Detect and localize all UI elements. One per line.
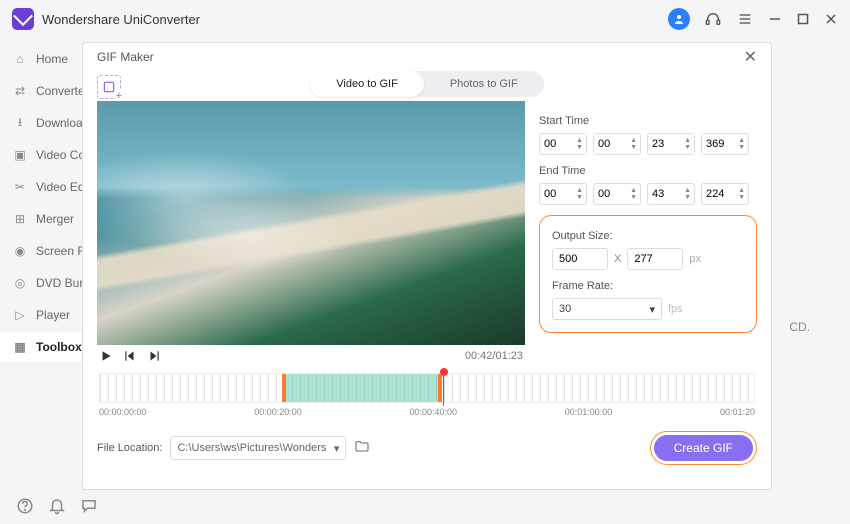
chevron-down-icon: ▾	[334, 442, 340, 455]
output-size-label: Output Size:	[552, 230, 744, 242]
start-minutes-input[interactable]	[598, 138, 622, 150]
user-avatar-icon[interactable]	[668, 8, 690, 30]
sidebar-item-converter[interactable]: ⇄Converter	[0, 76, 82, 106]
sidebar-item-toolbox[interactable]: ▦Toolbox	[0, 332, 82, 362]
playhead[interactable]	[440, 368, 448, 376]
start-seconds-input[interactable]	[652, 138, 676, 150]
open-folder-button[interactable]	[354, 439, 370, 458]
sidebar-item-screen-recorder[interactable]: ◉Screen Recorder	[0, 236, 82, 266]
merge-icon: ⊞	[12, 211, 28, 227]
converter-icon: ⇄	[12, 83, 28, 99]
help-icon[interactable]	[16, 497, 34, 515]
frame-rate-select[interactable]: 30▾	[552, 298, 662, 320]
spinner-arrows[interactable]: ▲▼	[738, 137, 745, 151]
mode-tabs: Video to GIF Photos to GIF	[310, 71, 543, 97]
app-logo	[12, 8, 34, 30]
fps-label: fps	[668, 303, 683, 315]
maximize-button[interactable]	[796, 12, 810, 26]
start-time-label: Start Time	[539, 115, 757, 127]
titlebar: Wondershare UniConverter	[0, 0, 850, 38]
minimize-button[interactable]	[768, 12, 782, 26]
sidebar-item-downloader[interactable]: ⭳Downloader	[0, 108, 82, 138]
play-button[interactable]	[99, 349, 113, 363]
modal-title: GIF Maker	[97, 50, 154, 64]
spinner-arrows[interactable]: ▲▼	[630, 187, 637, 201]
end-time-label: End Time	[539, 165, 757, 177]
sidebar-item-video-compressor[interactable]: ▣Video Compressor	[0, 140, 82, 170]
create-gif-highlight: Create GIF	[650, 431, 757, 465]
spinner-arrows[interactable]: ▲▼	[684, 187, 691, 201]
spinner-arrows[interactable]: ▲▼	[630, 137, 637, 151]
tab-video-to-gif[interactable]: Video to GIF	[310, 71, 424, 97]
spinner-arrows[interactable]: ▲▼	[576, 137, 583, 151]
sidebar-item-dvd-burner[interactable]: ◎DVD Burner	[0, 268, 82, 298]
output-width-input[interactable]	[552, 248, 608, 270]
create-gif-button[interactable]: Create GIF	[654, 435, 753, 461]
bell-icon[interactable]	[48, 497, 66, 515]
play-icon: ▷	[12, 307, 28, 323]
chevron-down-icon: ▾	[649, 303, 655, 316]
toolbox-icon: ▦	[12, 339, 28, 355]
end-hours-input[interactable]	[544, 188, 568, 200]
start-ms-input[interactable]	[706, 138, 730, 150]
end-minutes-input[interactable]	[598, 188, 622, 200]
statusbar	[0, 488, 114, 524]
gif-maker-modal: GIF Maker ✕ Video to GIF Photos to GIF	[82, 42, 772, 490]
prev-frame-button[interactable]	[123, 349, 137, 363]
disc-icon: ◎	[12, 275, 28, 291]
file-location-field[interactable]: C:\Users\ws\Pictures\Wonders▾	[170, 436, 346, 460]
scissors-icon: ✂	[12, 179, 28, 195]
close-button[interactable]	[824, 12, 838, 26]
file-location-label: File Location:	[97, 442, 162, 454]
next-frame-button[interactable]	[147, 349, 161, 363]
add-file-button[interactable]	[97, 75, 121, 99]
timeline[interactable]	[99, 373, 755, 403]
tab-photos-to-gif[interactable]: Photos to GIF	[424, 71, 544, 97]
video-preview[interactable]	[97, 101, 525, 345]
record-icon: ◉	[12, 243, 28, 259]
frame-rate-label: Frame Rate:	[552, 280, 744, 292]
timeline-selection[interactable]	[282, 374, 442, 402]
app-title: Wondershare UniConverter	[42, 12, 200, 27]
sidebar-item-merger[interactable]: ⊞Merger	[0, 204, 82, 234]
feedback-icon[interactable]	[80, 497, 98, 515]
compress-icon: ▣	[12, 147, 28, 163]
sidebar-item-home[interactable]: ⌂Home	[0, 44, 82, 74]
spinner-arrows[interactable]: ▲▼	[738, 187, 745, 201]
sidebar-item-player[interactable]: ▷Player	[0, 300, 82, 330]
sidebar: ⌂Home ⇄Converter ⭳Downloader ▣Video Comp…	[0, 38, 82, 488]
download-icon: ⭳	[12, 115, 28, 131]
output-height-input[interactable]	[627, 248, 683, 270]
home-icon: ⌂	[12, 51, 28, 67]
start-hours-input[interactable]	[544, 138, 568, 150]
spinner-arrows[interactable]: ▲▼	[576, 187, 583, 201]
sidebar-item-video-editor[interactable]: ✂Video Editor	[0, 172, 82, 202]
output-settings-box: Output Size: X px Frame Rate: 30▾ fps	[539, 215, 757, 333]
end-seconds-input[interactable]	[652, 188, 676, 200]
time-display: 00:42/01:23	[465, 350, 523, 362]
end-ms-input[interactable]	[706, 188, 730, 200]
size-separator: X	[614, 253, 621, 265]
timeline-labels: 00:00:00:00 00:00:20:00 00:00:40:00 00:0…	[99, 407, 755, 417]
modal-close-button[interactable]: ✕	[744, 47, 757, 67]
background-cd-text: CD.	[789, 320, 810, 334]
px-label: px	[689, 253, 701, 265]
spinner-arrows[interactable]: ▲▼	[684, 137, 691, 151]
headset-icon[interactable]	[704, 10, 722, 28]
menu-icon[interactable]	[736, 10, 754, 28]
